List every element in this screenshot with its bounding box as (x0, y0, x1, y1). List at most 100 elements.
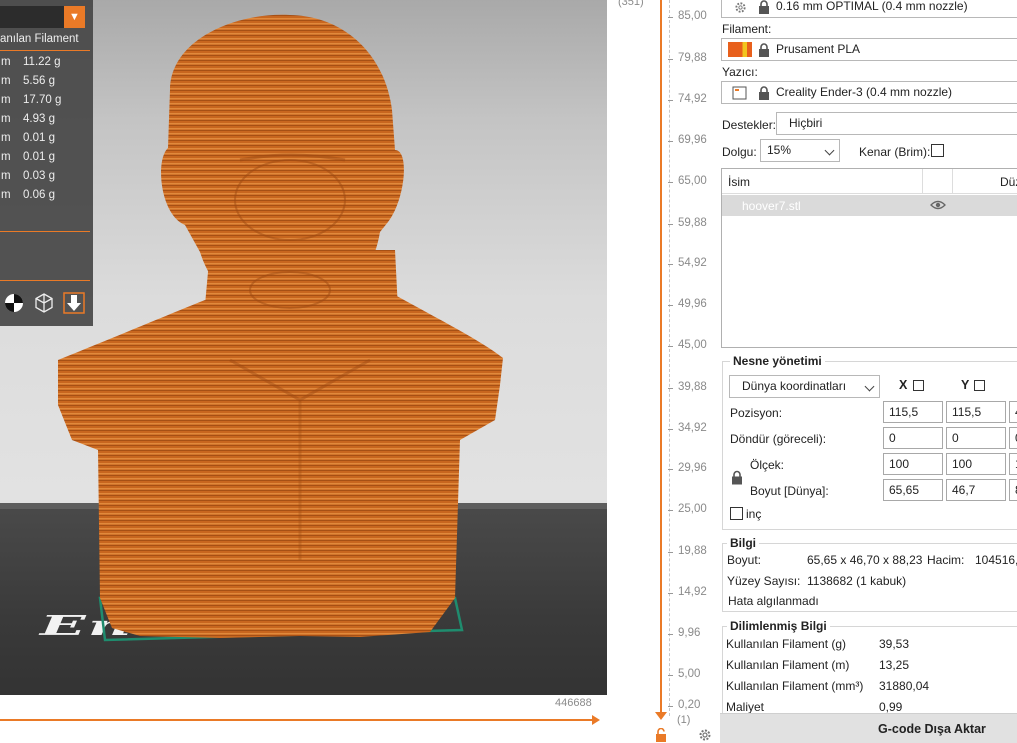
object-list-item[interactable]: hoover7.stl (722, 195, 1017, 216)
tick-label: 74,92 (678, 93, 707, 105)
slider-track[interactable] (660, 0, 662, 716)
tick-mark (668, 141, 673, 142)
size-label: Boyut [Dünya]: (750, 484, 829, 498)
info-faces-value: 1138682 (1 kabuk) (807, 574, 907, 588)
object-list-header: İsim Düz (722, 169, 1017, 194)
inch-label: inç (746, 507, 762, 521)
tick-label: 29,96 (678, 462, 707, 474)
slider-thumb-lower[interactable] (655, 712, 667, 720)
inch-checkbox[interactable] (730, 507, 743, 520)
tick-mark (668, 346, 673, 347)
filament-label: Filament: (722, 22, 772, 36)
group-border (722, 626, 723, 713)
filament-m-label: Kullanılan Filament (m) (726, 658, 850, 672)
cog-pie-icon[interactable] (3, 292, 25, 314)
tick-label: 65,00 (678, 175, 707, 187)
slider-ruler (669, 0, 670, 716)
tick-mark (668, 469, 673, 470)
legend-row: m 17.70 g (1, 94, 62, 106)
size-z-field[interactable]: 8 (1009, 479, 1017, 501)
scale-x-field[interactable]: 100 (883, 453, 943, 475)
tick-label: 85,00 (678, 10, 707, 22)
gear-icon (735, 2, 746, 13)
tick-label: 14,92 (678, 586, 707, 598)
axis-bracket-icon (913, 380, 924, 391)
info-faces-label: Yüzey Sayısı: (727, 574, 801, 588)
filament-color-swatch[interactable] (728, 42, 752, 57)
object-management-title: Nesne yönetimi (730, 354, 825, 368)
position-z-field[interactable]: 4 (1009, 401, 1017, 423)
group-border (722, 529, 1017, 530)
scale-z-field[interactable]: 1 (1009, 453, 1017, 475)
position-x-field[interactable]: 115,5 (883, 401, 943, 423)
eye-icon[interactable] (930, 199, 946, 211)
tick-label: 0,20 (678, 699, 701, 711)
tick-mark (668, 305, 673, 306)
group-border (722, 543, 723, 611)
divider (0, 50, 90, 51)
cost-value: 0,99 (879, 700, 903, 714)
print-profile-combo[interactable]: 0.16 mm OPTIMAL (0.4 mm nozzle) (721, 0, 1017, 18)
layer-move-count: 446688 (555, 697, 592, 709)
object-name[interactable]: hoover7.stl (742, 199, 801, 213)
infill-combo[interactable]: 15% (760, 139, 840, 162)
export-arrow-icon[interactable] (63, 292, 85, 314)
filament-m-value: 13,25 (879, 658, 910, 672)
axis-x-label: X (899, 378, 908, 392)
lock-icon (759, 0, 769, 14)
scale-label: Ölçek: (750, 458, 785, 472)
divider (0, 280, 90, 281)
legend-row: m 5.56 g (1, 75, 55, 87)
lock-icon (759, 86, 769, 100)
gear-icon[interactable] (698, 728, 712, 742)
chevron-down-icon[interactable]: ▼ (64, 6, 85, 28)
position-y-field[interactable]: 115,5 (946, 401, 1006, 423)
rotate-x-field[interactable]: 0 (883, 427, 943, 449)
horizontal-layer-slider[interactable] (0, 715, 600, 725)
object-list[interactable]: İsim Düz hoover7.stl (721, 168, 1017, 348)
tick-mark (668, 59, 673, 60)
divider (0, 231, 90, 232)
filament-g-label: Kullanılan Filament (g) (726, 637, 847, 651)
settings-sidebar: 0.16 mm OPTIMAL (0.4 mm nozzle) Filament… (720, 0, 1017, 743)
info-volume-label: Hacim: (927, 553, 965, 567)
tick-label: 49,96 (678, 298, 707, 310)
vertical-layer-slider[interactable]: (351) 85,00 79,88 74,92 69,96 65,00 59,8… (618, 0, 720, 743)
brim-checkbox[interactable] (931, 144, 944, 157)
tick-mark (668, 593, 673, 594)
axis-bracket-icon (974, 380, 985, 391)
lock-icon[interactable] (731, 470, 743, 485)
export-gcode-label: G-code Dışa Aktar (878, 722, 986, 736)
filament-mm3-value: 31880,04 (879, 679, 930, 693)
printer-combo[interactable]: Creality Ender-3 (0.4 mm nozzle) (721, 81, 1017, 104)
unlock-icon[interactable] (654, 728, 668, 742)
coordinate-system-combo[interactable]: Dünya koordinatları (729, 375, 880, 398)
filament-combo[interactable]: Prusament PLA (721, 38, 1017, 61)
chevron-down-icon (824, 145, 835, 156)
tick-label: 34,92 (678, 422, 707, 434)
size-x-field[interactable]: 65,65 (883, 479, 943, 501)
infill-label: Dolgu: (722, 145, 757, 159)
tick-label: 9,96 (678, 627, 701, 639)
tick-label: 19,88 (678, 545, 707, 557)
supports-combo[interactable]: Hiçbiri (776, 112, 1017, 135)
axis-y-label: Y (961, 378, 970, 392)
column-name[interactable]: İsim (728, 175, 750, 189)
scale-y-field[interactable]: 100 (946, 453, 1006, 475)
tick-label: 69,96 (678, 134, 707, 146)
export-gcode-button[interactable]: G-code Dışa Aktar (720, 713, 1017, 743)
rotate-z-field[interactable]: 0 (1009, 427, 1017, 449)
legend-row: m 0.06 g (1, 189, 55, 201)
size-y-field[interactable]: 46,7 (946, 479, 1006, 501)
legend-row: m 11.22 g (1, 56, 61, 68)
column-edit[interactable]: Düz (1000, 175, 1017, 189)
tick-mark (668, 388, 673, 389)
bottom-layer-label: (1) (677, 714, 691, 726)
cube-outline-icon[interactable] (33, 292, 55, 314)
position-label: Pozisyon: (730, 406, 783, 420)
legend-row: m 0.03 g (1, 170, 55, 182)
rotate-y-field[interactable]: 0 (946, 427, 1006, 449)
filament-mm3-label: Kullanılan Filament (mm³) (726, 679, 864, 693)
info-volume-value: 104516, (975, 553, 1017, 567)
tick-label: 45,00 (678, 339, 707, 351)
